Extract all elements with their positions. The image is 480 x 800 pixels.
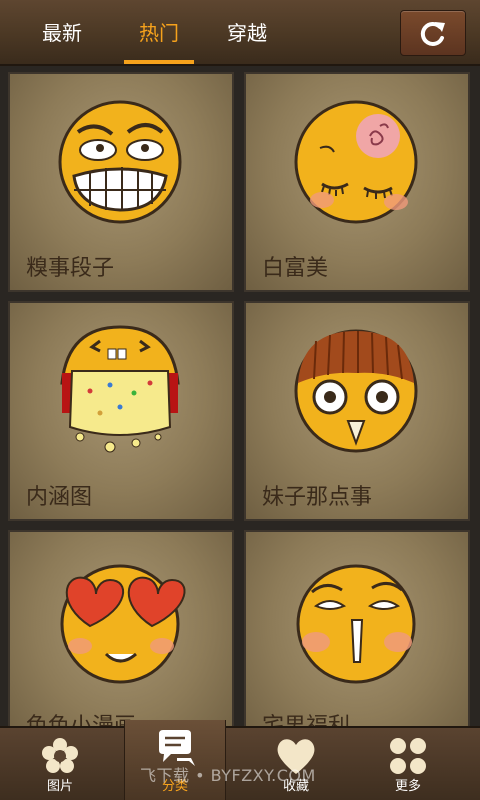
nav-item-categories[interactable]: 分类 <box>124 720 226 800</box>
category-label: 糗事段子 <box>26 256 115 281</box>
category-label: 内涵图 <box>26 485 93 510</box>
watermark-text: 飞下载 • BYFZXY.COM <box>140 766 316 785</box>
smug-blush-face-icon <box>296 564 416 684</box>
refresh-icon <box>420 21 445 46</box>
shocked-face-icon <box>294 329 418 453</box>
nav-item-more[interactable]: 更多 <box>358 728 458 800</box>
grimace-face-icon <box>58 100 182 224</box>
category-card-qiushi[interactable]: 糗事段子 <box>8 72 234 292</box>
refresh-button[interactable] <box>400 10 466 56</box>
four-dots-icon <box>390 738 426 774</box>
heart-eyes-face-icon <box>60 564 186 684</box>
nav-item-pictures[interactable]: 图片 <box>10 728 110 800</box>
nav-label: 图片 <box>46 779 73 794</box>
crumbling-face-icon <box>60 325 180 453</box>
nav-label: 更多 <box>394 779 421 794</box>
active-tab-indicator <box>124 60 194 64</box>
category-card-sese[interactable]: 色色小漫画 <box>8 530 234 750</box>
category-card-neihantu[interactable]: 内涵图 <box>8 301 234 521</box>
category-card-zhainan[interactable]: 宅男福利 <box>244 530 470 750</box>
tab-time-travel[interactable]: 穿越 <box>214 0 280 66</box>
category-card-baifumei[interactable]: 白富美 <box>244 72 470 292</box>
tab-hot[interactable]: 热门 <box>125 0 193 66</box>
category-label: 妹子那点事 <box>262 485 373 510</box>
tab-latest[interactable]: 最新 <box>30 0 94 66</box>
top-tab-bar: 最新 热门 穿越 <box>0 0 480 66</box>
category-grid: 糗事段子 白富美 内涵图 妹子那点事 <box>0 66 480 750</box>
flower-icon <box>42 738 78 773</box>
category-label: 白富美 <box>262 256 329 281</box>
sleeping-blush-face-icon <box>294 100 418 224</box>
category-card-meizi[interactable]: 妹子那点事 <box>244 301 470 521</box>
